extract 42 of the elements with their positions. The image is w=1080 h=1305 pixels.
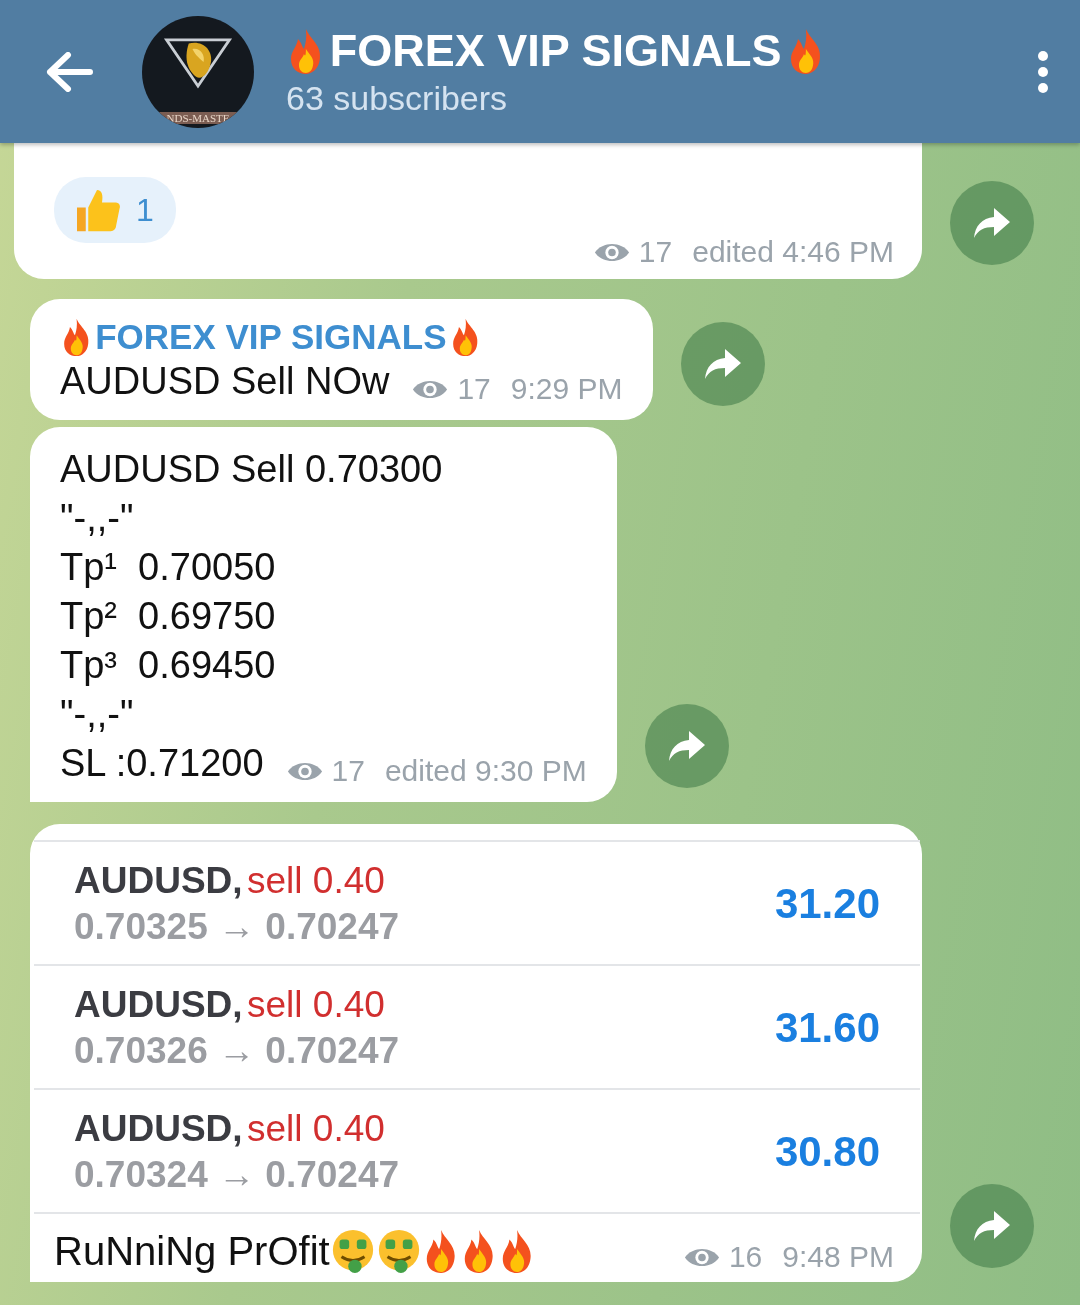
trade-symbol: AUDUSD, [74,984,243,1025]
message-title: FOREX VIP SIGNALS [95,317,447,357]
message-time: 9:48 PM [782,1240,894,1274]
message-text: "-,,-" [60,496,134,541]
share-arrow-icon [666,729,707,763]
trade-order: sell 0.40 [247,1108,385,1149]
menu-button[interactable] [1036,49,1050,94]
message-text: SL :0.71200 [60,741,264,786]
view-count: 17 [331,754,365,788]
trade-order: sell 0.40 [247,984,385,1025]
message-time: edited 4:46 PM [692,235,894,269]
view-count: 17 [457,372,491,406]
trade-profit: 30.80 [774,1128,880,1176]
back-arrow-icon [46,51,94,92]
trade-prices: 0.70324 → 0.70247 [74,1154,400,1196]
trade-symbol: AUDUSD, [74,1108,243,1149]
back-button[interactable] [46,51,94,92]
message-time: edited 9:30 PM [384,754,587,788]
message-text: Tp³ 0.69450 [60,643,276,688]
message-time: 9:29 PM [510,372,623,406]
channel-title: FOREX VIP SIGNALS [329,25,782,77]
message-text: "-,,-" [60,692,134,737]
menu-icon [1036,49,1050,94]
trade-profit: 31.60 [774,1004,880,1052]
reaction-chip[interactable]: 1 [54,177,176,243]
message-text: Tp¹ 0.70050 [60,545,276,590]
trade-order: sell 0.40 [247,860,385,901]
message-text: RuNniNg PrOfit [54,1228,330,1274]
trade-symbol: AUDUSD, [74,860,243,901]
message-text: AUDUSD Sell NOw [60,359,390,404]
message-text: Tp² 0.69750 [60,594,276,639]
share-arrow-icon [702,347,743,381]
trade-prices: 0.70326 → 0.70247 [74,1030,400,1072]
share-arrow-icon [972,1209,1012,1243]
channel-avatar[interactable]: NDS-MASTE [142,15,254,128]
view-count: 17 [638,235,673,269]
share-arrow-icon [972,206,1012,240]
subscriber-count: 63 subscribers [286,79,509,118]
view-count: 16 [728,1240,763,1274]
trade-profit: 31.20 [774,880,880,928]
trade-prices: 0.70325 → 0.70247 [74,906,400,948]
message-text: AUDUSD Sell 0.70300 [60,447,443,492]
